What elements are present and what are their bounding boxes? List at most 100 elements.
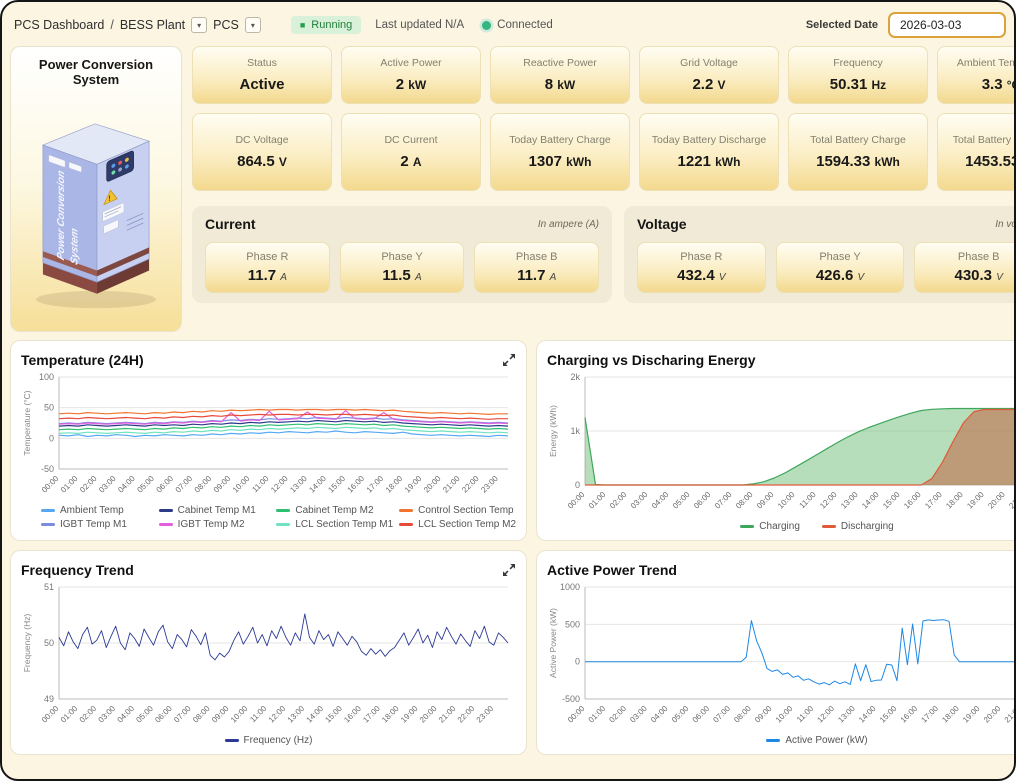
metric-value: 1307 kWh <box>497 153 623 170</box>
legend-item[interactable]: IGBT Temp M1 <box>41 519 127 530</box>
metric-card-today-battery-discharge: Today Battery Discharge 1221 kWh <box>639 113 779 191</box>
metric-label: Total Battery Charge <box>795 134 921 148</box>
metric-label: DC Voltage <box>199 134 325 148</box>
svg-text:21:00: 21:00 <box>437 704 458 725</box>
breadcrumb-root[interactable]: PCS Dashboard <box>14 18 104 32</box>
legend-item[interactable]: IGBT Temp M2 <box>159 519 245 530</box>
energy-chart[interactable]: 01k2k00:0001:0002:0003:0004:0005:0006:00… <box>547 371 1016 515</box>
svg-text:20:00: 20:00 <box>422 474 443 495</box>
metric-label: Active Power <box>348 57 474 71</box>
metrics-section: Status Active Active Power 2 kW Reactive… <box>192 46 1016 332</box>
svg-text:49: 49 <box>44 694 54 704</box>
svg-text:14:00: 14:00 <box>305 704 326 725</box>
frequency-chart[interactable]: 49505100:0001:0002:0003:0004:0005:0006:0… <box>21 581 516 729</box>
svg-text:13:00: 13:00 <box>839 490 860 511</box>
current-voltage-row: Current In ampere (A) Phase R 11.7 A Pha… <box>192 206 1016 303</box>
metric-label: DC Current <box>348 134 474 148</box>
device-dropdown-chevron-icon[interactable]: ▾ <box>245 17 261 33</box>
plant-dropdown-chevron-icon[interactable]: ▾ <box>191 17 207 33</box>
temperature-chart-panel: Temperature (24H) -5005010000:0001:0002:… <box>10 340 527 541</box>
metric-value: 1594.33 kWh <box>795 153 921 170</box>
voltage-panel-title: Voltage <box>637 216 687 232</box>
active-power-chart-panel: Active Power Trend -5000500100000:0001:0… <box>536 550 1016 755</box>
svg-text:11:00: 11:00 <box>798 490 818 510</box>
expand-icon[interactable] <box>502 353 516 367</box>
svg-text:09:00: 09:00 <box>753 704 774 725</box>
svg-text:03:00: 03:00 <box>97 474 118 495</box>
svg-text:09:00: 09:00 <box>755 490 776 511</box>
active-power-chart[interactable]: -5000500100000:0001:0002:0003:0004:0005:… <box>547 581 1016 729</box>
svg-text:01:00: 01:00 <box>587 704 608 725</box>
legend-item[interactable]: LCL Section Temp M1 <box>276 519 393 530</box>
svg-text:21:00: 21:00 <box>441 474 462 495</box>
breadcrumb-device[interactable]: PCS <box>213 18 239 32</box>
svg-text:22:00: 22:00 <box>460 474 481 495</box>
pcs-card-title: Power Conversion System <box>17 57 175 87</box>
pcs-cabinet-illustration: Power Conversion System ! <box>21 91 171 313</box>
metric-card-total-battery-charge: Total Battery Charge 1594.33 kWh <box>788 113 928 191</box>
metric-value: 2 A <box>348 153 474 170</box>
svg-text:22:00: 22:00 <box>456 704 477 725</box>
selected-date-label: Selected Date <box>806 19 878 31</box>
legend-item[interactable]: Control Section Temp <box>399 505 513 516</box>
svg-text:19:00: 19:00 <box>403 474 424 495</box>
metric-label: Reactive Power <box>497 57 623 71</box>
metric-card-total-battery-discharge: Total Battery Discharge 1453.53 kWh <box>937 113 1016 191</box>
energy-chart-panel: Charging vs Discharing Energy 01k2k00:00… <box>536 340 1016 541</box>
metric-value: 3.3 °C❄ <box>944 76 1016 93</box>
svg-text:Power Conversion: Power Conversion <box>56 169 67 262</box>
legend-item[interactable]: LCL Section Temp M2 <box>399 519 516 530</box>
date-picker-input[interactable]: 2026-03-03 <box>888 12 1006 38</box>
svg-text:17:00: 17:00 <box>361 704 382 725</box>
last-updated-text: Last updated N/A <box>375 19 464 31</box>
svg-text:18:00: 18:00 <box>944 490 965 511</box>
svg-text:16:00: 16:00 <box>342 704 363 725</box>
svg-text:14:00: 14:00 <box>860 490 881 511</box>
current-phase-b-card: Phase B 11.7 A <box>474 242 599 293</box>
metric-card-ambient-temperature: Ambient Temperature 3.3 °C❄ <box>937 46 1016 104</box>
svg-text:16:00: 16:00 <box>899 704 920 725</box>
metric-label: Grid Voltage <box>646 57 772 71</box>
svg-text:05:00: 05:00 <box>671 490 692 511</box>
pcs-device-card: Power Conversion System Power Conversion… <box>10 46 182 332</box>
legend-item[interactable]: Cabinet Temp M1 <box>159 505 256 516</box>
svg-text:03:00: 03:00 <box>629 490 650 511</box>
metric-value: 1221 kWh <box>646 153 772 170</box>
svg-text:16:00: 16:00 <box>346 474 367 495</box>
svg-text:500: 500 <box>565 619 580 629</box>
metric-label: Today Battery Discharge <box>646 134 772 148</box>
metric-card-status: Status Active <box>192 46 332 104</box>
metric-card-reactive-power: Reactive Power 8 kW <box>490 46 630 104</box>
svg-text:07:00: 07:00 <box>174 474 195 495</box>
energy-chart-title: Charging vs Discharing Energy <box>547 352 756 368</box>
legend-item[interactable]: Active Power (kW) <box>766 735 867 746</box>
breadcrumb-plant[interactable]: BESS Plant <box>120 18 185 32</box>
svg-text:08:00: 08:00 <box>734 490 755 511</box>
temperature-chart[interactable]: -5005010000:0001:0002:0003:0004:0005:000… <box>21 371 516 499</box>
legend-item[interactable]: Ambient Temp <box>41 505 124 516</box>
metric-value: 50.31 Hz <box>795 76 921 93</box>
running-label: Running <box>311 19 352 31</box>
svg-text:07:00: 07:00 <box>711 704 732 725</box>
top-bar: PCS Dashboard / BESS Plant ▾ PCS ▾ ■ Run… <box>2 2 1014 44</box>
svg-text:-50: -50 <box>41 464 54 474</box>
svg-text:51: 51 <box>44 582 54 592</box>
metric-label: Total Battery Discharge <box>944 134 1016 148</box>
metric-label: Frequency <box>795 57 921 71</box>
metric-card-active-power: Active Power 2 kW <box>341 46 481 104</box>
expand-icon[interactable] <box>502 563 516 577</box>
svg-text:02:00: 02:00 <box>78 474 99 495</box>
svg-text:06:00: 06:00 <box>153 704 174 725</box>
legend-item[interactable]: Frequency (Hz) <box>225 735 313 746</box>
connected-label: Connected <box>497 19 553 31</box>
svg-text:50: 50 <box>44 403 54 413</box>
svg-text:19:00: 19:00 <box>961 704 982 725</box>
legend-item[interactable]: Cabinet Temp M2 <box>276 505 373 516</box>
active-power-legend: Active Power (kW) <box>547 735 1016 746</box>
metric-card-dc-voltage: DC Voltage 864.5 V <box>192 113 332 191</box>
svg-text:20:00: 20:00 <box>418 704 439 725</box>
legend-item[interactable]: Charging <box>740 521 800 532</box>
svg-text:17:00: 17:00 <box>919 704 940 725</box>
legend-item[interactable]: Discharging <box>822 521 894 532</box>
svg-text:100: 100 <box>39 372 54 382</box>
